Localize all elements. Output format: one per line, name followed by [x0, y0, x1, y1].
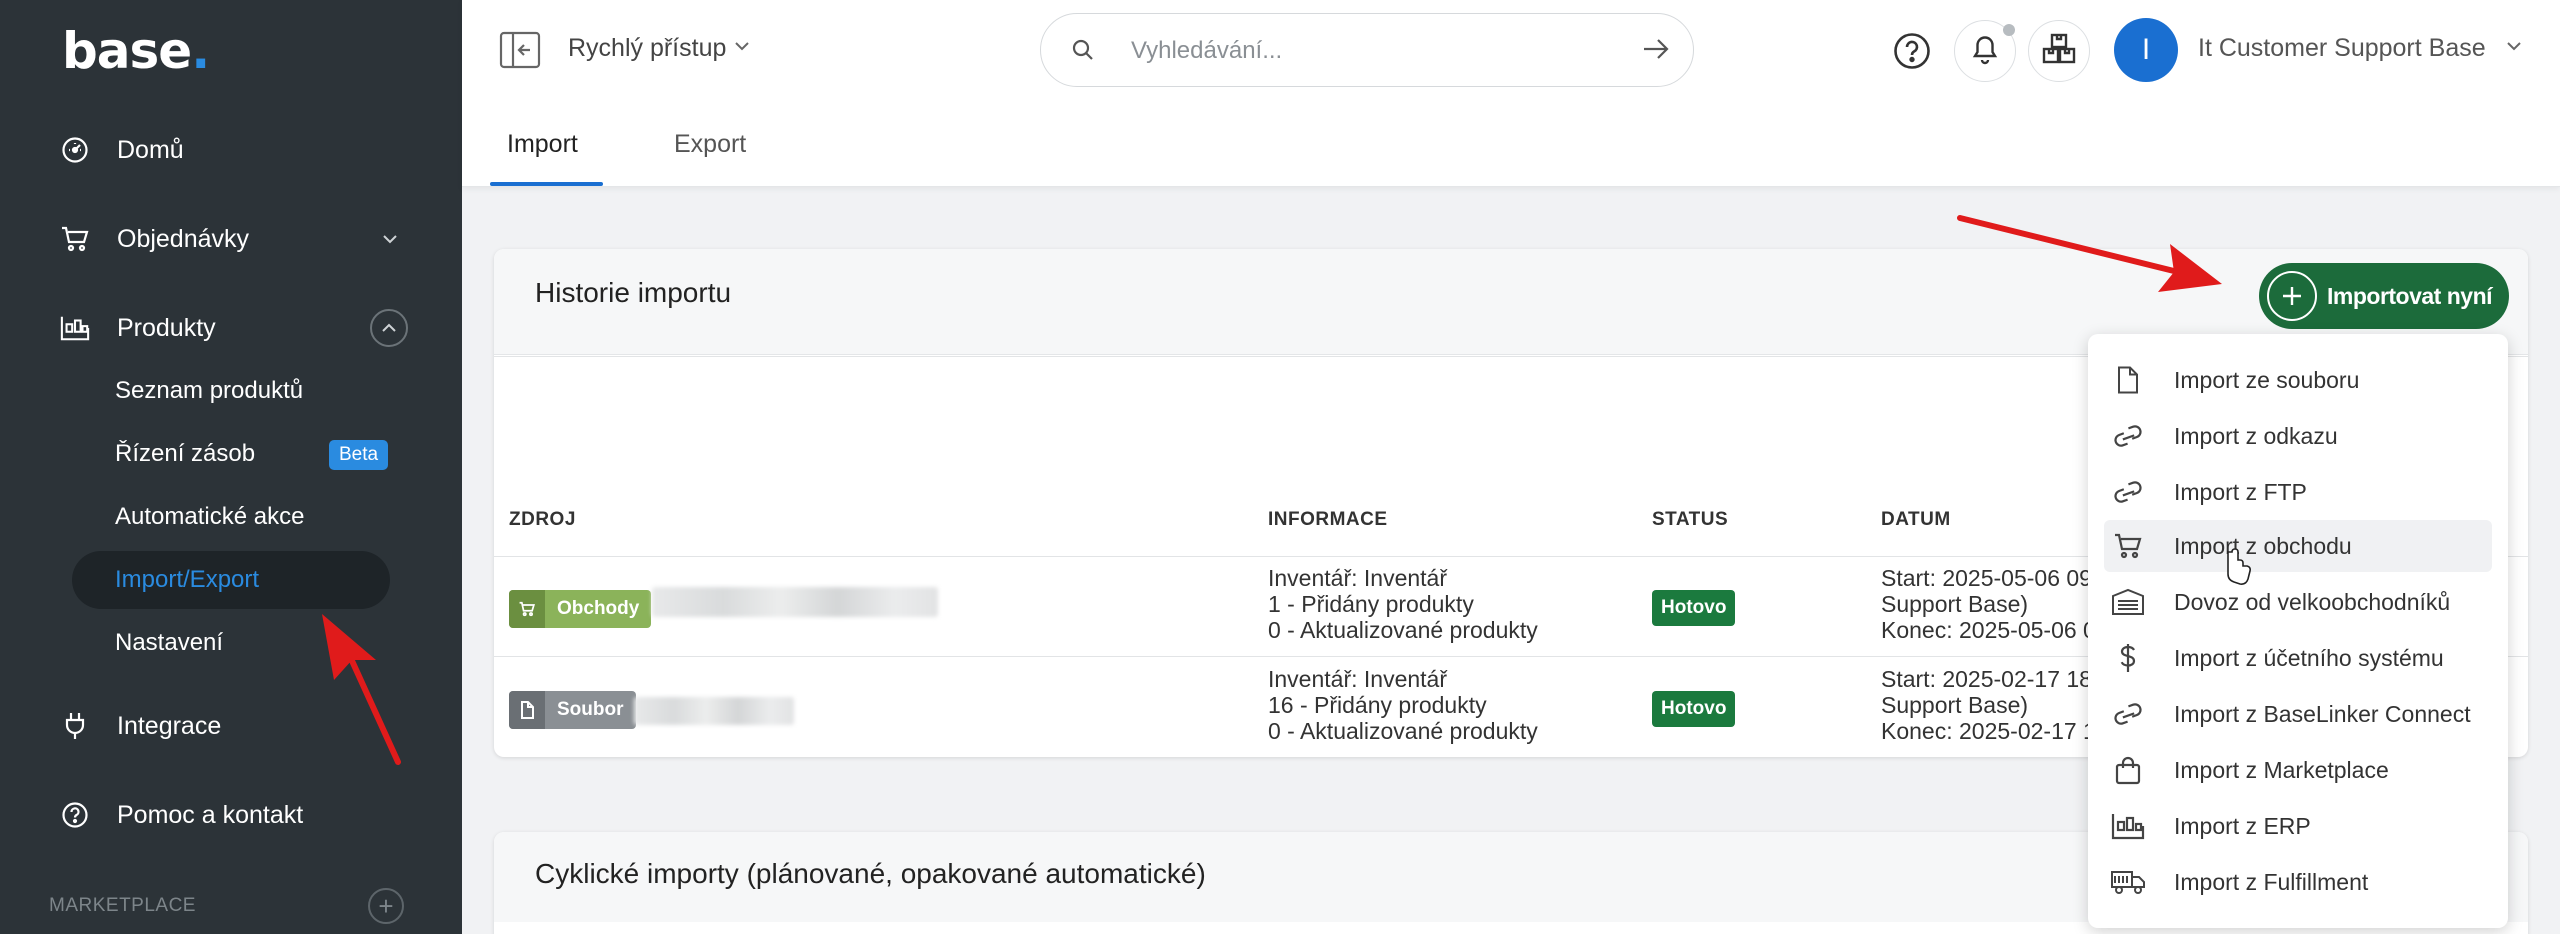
sidebar-item-label: Objednávky	[117, 224, 250, 253]
menu-item-import-from-ftp[interactable]: Import z FTP	[2104, 466, 2492, 518]
factory-icon	[2108, 806, 2148, 846]
dashboard-icon	[60, 135, 90, 165]
logo[interactable]: base.	[62, 22, 210, 80]
chevron-down-icon[interactable]	[376, 225, 404, 253]
sidebar-toggle-icon[interactable]	[498, 28, 542, 72]
add-marketplace-button[interactable]: +	[368, 888, 404, 924]
date-cell: Start: 2025-02-17 18 Support Base) Konec…	[1881, 666, 2096, 744]
search-box[interactable]: Vyhledávání...	[1040, 13, 1694, 87]
sidebar-item-label: Pomoc a kontakt	[117, 800, 304, 829]
truck-icon	[2108, 862, 2148, 902]
column-header-date[interactable]: DATUM	[1881, 509, 1951, 531]
link-icon	[2108, 472, 2148, 512]
status-badge: Hotovo	[1652, 691, 1736, 727]
link-icon	[2108, 694, 2148, 734]
products-icon	[60, 313, 90, 343]
file-icon	[2108, 360, 2148, 400]
sidebar-item-orders[interactable]: Objednávky	[0, 209, 462, 269]
sidebar-item-label: Produkty	[117, 313, 216, 342]
bag-icon	[2108, 750, 2148, 790]
sidebar: base. Domů Objednávky Produkty Seznam pr…	[0, 0, 462, 934]
avatar[interactable]: I	[2114, 18, 2178, 82]
quick-access-label[interactable]: Rychlý přístup	[568, 34, 726, 63]
menu-item-import-from-fulfillment[interactable]: Import z Fulfillment	[2104, 856, 2492, 908]
menu-item-import-from-shop[interactable]: Import z obchodu	[2104, 520, 2492, 572]
notification-dot	[2003, 24, 2015, 36]
redacted-source-name	[634, 697, 794, 725]
dollar-icon	[2108, 638, 2148, 678]
wholesale-icon	[2108, 582, 2148, 622]
sidebar-item-integrations[interactable]: Integrace	[0, 696, 462, 756]
plug-icon	[60, 711, 90, 741]
sidebar-item-home[interactable]: Domů	[0, 120, 462, 180]
status-badge: Hotovo	[1652, 590, 1736, 626]
boxes-icon	[2041, 32, 2077, 71]
search-icon	[1071, 38, 1095, 67]
sidebar-subitem-import-export[interactable]: Import/Export	[115, 560, 259, 600]
account-name[interactable]: It Customer Support Base	[2198, 34, 2486, 63]
marketplace-section-label: MARKETPLACE	[49, 895, 196, 916]
source-badge-file: Soubor	[509, 691, 636, 729]
sidebar-item-products[interactable]: Produkty	[0, 298, 462, 358]
help-icon	[60, 800, 90, 830]
card-title: Cyklické importy (plánované, opakované a…	[535, 858, 1206, 889]
search-input[interactable]: Vyhledávání...	[1131, 37, 1282, 65]
import-menu: Import ze souboru Import z odkazu Import…	[2088, 334, 2508, 928]
bell-icon	[1969, 32, 2001, 71]
menu-item-import-from-link[interactable]: Import z odkazu	[2104, 410, 2492, 462]
sidebar-subitem-stock-management[interactable]: Řízení zásob	[115, 434, 255, 474]
menu-item-import-from-baselinker-connect[interactable]: Import z BaseLinker Connect	[2104, 688, 2492, 740]
cart-icon	[60, 224, 90, 254]
active-tab-indicator	[490, 182, 603, 186]
sidebar-item-help[interactable]: Pomoc a kontakt	[0, 785, 462, 845]
tab-export[interactable]: Export	[674, 130, 746, 159]
source-badge-shops: Obchody	[509, 590, 652, 628]
info-cell: Inventář: Inventář 1 - Přidány produkty …	[1268, 565, 1538, 643]
menu-item-import-from-wholesalers[interactable]: Dovoz od velkoobchodníků	[2104, 576, 2492, 628]
plus-icon	[2267, 271, 2317, 321]
column-header-source[interactable]: ZDROJ	[509, 509, 576, 531]
sidebar-subitem-product-list[interactable]: Seznam produktů	[115, 371, 303, 411]
chevron-down-icon[interactable]	[734, 38, 750, 56]
sidebar-item-label: Integrace	[117, 711, 222, 740]
arrow-right-icon[interactable]	[1641, 36, 1671, 67]
sidebar-item-label: Domů	[117, 135, 184, 164]
column-header-status[interactable]: STATUS	[1652, 509, 1728, 531]
chevron-up-icon[interactable]	[370, 309, 408, 347]
sidebar-subitem-automatic-actions[interactable]: Automatické akce	[115, 497, 304, 537]
menu-item-import-from-file[interactable]: Import ze souboru	[2104, 354, 2492, 406]
column-header-info[interactable]: INFORMACE	[1268, 509, 1388, 531]
menu-item-import-from-erp[interactable]: Import z ERP	[2104, 800, 2492, 852]
apps-button[interactable]	[2028, 20, 2090, 82]
date-cell: Start: 2025-05-06 09 Support Base) Konec…	[1881, 565, 2096, 643]
cart-icon	[509, 590, 545, 628]
cart-icon	[2108, 526, 2148, 566]
menu-item-import-from-accounting[interactable]: Import z účetního systému	[2104, 632, 2492, 684]
top-header: Rychlý přístup Vyhledávání... I It Custo…	[462, 0, 2560, 187]
menu-item-import-from-marketplace[interactable]: Import z Marketplace	[2104, 744, 2492, 796]
redacted-source-name	[652, 587, 938, 617]
file-icon	[509, 691, 545, 729]
tab-import[interactable]: Import	[507, 130, 578, 159]
help-icon[interactable]	[1892, 31, 1932, 76]
info-cell: Inventář: Inventář 16 - Přidány produkty…	[1268, 666, 1538, 744]
beta-badge: Beta	[329, 440, 389, 470]
sidebar-subitem-settings[interactable]: Nastavení	[115, 623, 223, 663]
card-title: Historie importu	[535, 277, 732, 308]
chevron-down-icon[interactable]	[2506, 38, 2522, 56]
link-icon	[2108, 416, 2148, 456]
import-now-button[interactable]: Importovat nyní	[2259, 263, 2509, 329]
